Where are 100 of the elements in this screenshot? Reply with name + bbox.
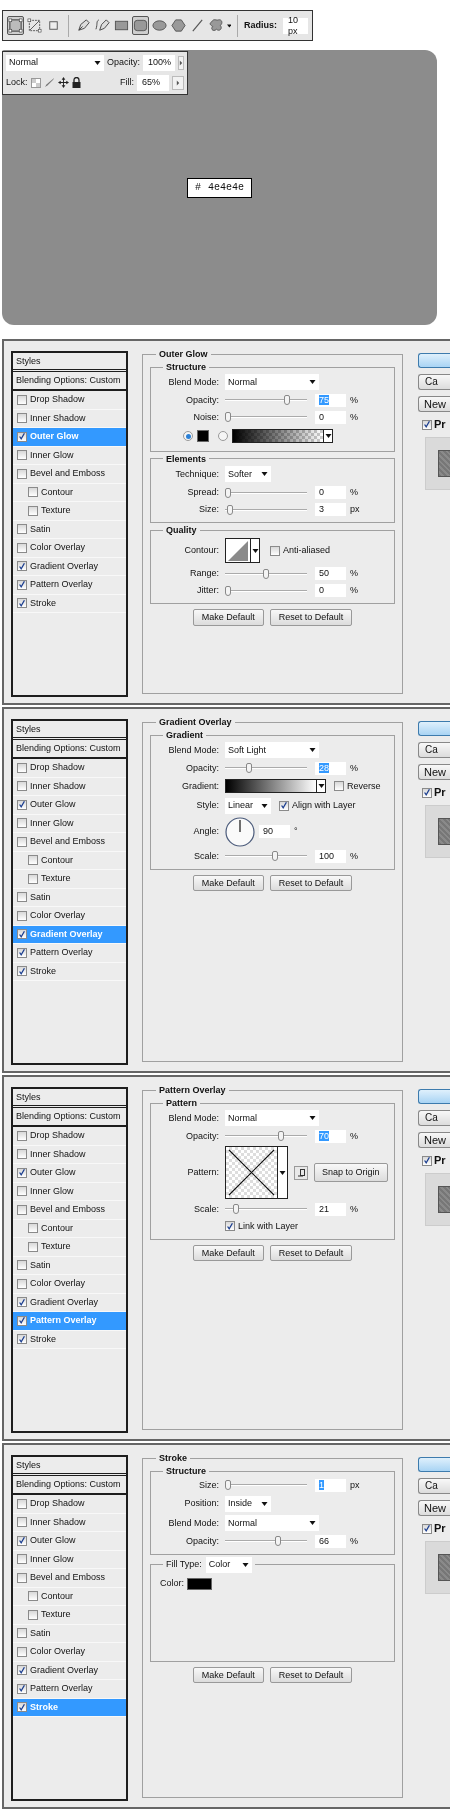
gradient-picker[interactable] xyxy=(232,429,333,444)
style-list-item[interactable]: Inner Shadow xyxy=(13,777,126,796)
checkbox[interactable] xyxy=(17,799,27,810)
slider-thumb[interactable] xyxy=(263,568,269,579)
slider-thumb[interactable] xyxy=(272,851,279,862)
checkbox[interactable] xyxy=(17,947,27,958)
checkbox[interactable] xyxy=(17,892,27,903)
dialog-button[interactable]: Reset to Default xyxy=(269,1244,353,1262)
checkbox[interactable] xyxy=(422,1155,432,1166)
checkbox[interactable] xyxy=(17,966,27,977)
default-button[interactable] xyxy=(418,353,450,368)
dialog-button[interactable]: Make Default xyxy=(192,874,264,892)
checkbox[interactable] xyxy=(17,1646,27,1657)
style-list-item[interactable]: Satin xyxy=(13,1256,126,1275)
gradient-picker[interactable] xyxy=(225,779,326,794)
checkbox[interactable] xyxy=(28,505,38,516)
style-list-item[interactable]: Outer Glow xyxy=(13,1164,126,1183)
dropdown[interactable]: Inside xyxy=(225,1495,271,1512)
style-list-item[interactable]: Texture xyxy=(13,502,126,521)
checkbox[interactable] xyxy=(17,1315,27,1326)
tool-button[interactable] xyxy=(7,16,24,35)
checkbox[interactable] xyxy=(17,598,27,609)
style-list-item[interactable]: Satin xyxy=(13,1624,126,1643)
styles-header[interactable]: Styles xyxy=(13,721,126,740)
dialog-button[interactable]: Ca xyxy=(418,1110,450,1126)
style-list-item[interactable]: Satin xyxy=(13,888,126,907)
checkbox[interactable] xyxy=(28,873,38,884)
checkbox[interactable] xyxy=(422,787,432,798)
value-field[interactable]: 90 xyxy=(259,825,290,839)
style-list-item[interactable]: Drop Shadow xyxy=(13,759,126,778)
checkbox[interactable] xyxy=(17,1683,27,1694)
style-list-item[interactable]: Gradient Overlay xyxy=(13,557,126,576)
checkbox[interactable] xyxy=(17,1297,27,1308)
style-list-item[interactable]: Drop Shadow xyxy=(13,391,126,410)
dropdown[interactable]: Soft Light xyxy=(225,742,319,759)
style-list-item[interactable]: Pattern Overlay xyxy=(13,944,126,963)
pattern-picker[interactable] xyxy=(225,1146,288,1200)
checkbox[interactable] xyxy=(17,431,27,442)
styles-header[interactable]: Styles xyxy=(13,1457,126,1476)
dialog-button[interactable]: Make Default xyxy=(192,609,264,626)
checkbox[interactable] xyxy=(17,1535,27,1546)
value-field[interactable]: 100% xyxy=(143,54,175,71)
radio-button[interactable] xyxy=(218,431,228,442)
checkbox[interactable] xyxy=(28,855,38,866)
style-list-item[interactable]: Color Overlay xyxy=(13,1275,126,1294)
checkbox[interactable] xyxy=(17,468,27,479)
style-list-item[interactable]: Gradient Overlay xyxy=(13,1661,126,1680)
value-field[interactable]: 100 xyxy=(315,849,346,863)
default-button[interactable] xyxy=(418,1089,450,1104)
checkbox[interactable] xyxy=(334,781,344,792)
style-list-item[interactable]: Bevel and Emboss xyxy=(13,1201,126,1220)
slider-thumb[interactable] xyxy=(225,585,231,596)
dialog-button[interactable]: Make Default xyxy=(192,1244,264,1262)
checkbox[interactable] xyxy=(28,1223,38,1234)
checkbox[interactable] xyxy=(17,836,27,847)
checkbox[interactable] xyxy=(17,542,27,553)
checkbox[interactable] xyxy=(17,1334,27,1345)
style-list-item[interactable]: Stroke xyxy=(13,1330,126,1349)
style-list-item[interactable]: Bevel and Emboss xyxy=(13,1569,126,1588)
checkbox[interactable] xyxy=(17,561,27,572)
checkbox[interactable] xyxy=(225,1221,235,1232)
style-list-item[interactable]: Stroke xyxy=(13,594,126,613)
style-list-item[interactable]: Drop Shadow xyxy=(13,1495,126,1514)
value-field[interactable]: 21 xyxy=(315,1202,346,1216)
checkbox[interactable] xyxy=(270,545,280,556)
style-list-item[interactable]: Inner Shadow xyxy=(13,1145,126,1164)
value-field[interactable]: 0 xyxy=(315,584,346,598)
checkbox[interactable] xyxy=(422,419,432,430)
dropdown[interactable]: Normal xyxy=(6,54,104,71)
dialog-button[interactable]: New xyxy=(418,1132,450,1148)
style-list-item[interactable]: Pattern Overlay xyxy=(13,576,126,595)
dialog-button[interactable]: Ca xyxy=(418,1478,450,1494)
slider-thumb[interactable] xyxy=(227,504,234,515)
blending-options-item[interactable]: Blending Options: Custom xyxy=(13,740,126,759)
slider-arrow-button[interactable] xyxy=(178,55,184,70)
style-list-item[interactable]: Drop Shadow xyxy=(13,1127,126,1146)
style-list-item[interactable]: Contour xyxy=(13,483,126,502)
snap-button[interactable]: Snap to Origin xyxy=(314,1163,388,1182)
dialog-button[interactable]: New xyxy=(418,1500,450,1516)
style-list-item[interactable]: Texture xyxy=(13,1238,126,1257)
slider-thumb[interactable] xyxy=(283,395,290,406)
checkbox[interactable] xyxy=(17,1278,27,1289)
checkbox[interactable] xyxy=(17,524,27,535)
checkbox[interactable] xyxy=(17,1517,27,1528)
checkbox[interactable] xyxy=(17,1702,27,1713)
dialog-button[interactable]: Reset to Default xyxy=(269,874,353,892)
style-list-item[interactable]: Inner Glow xyxy=(13,1550,126,1569)
tool-button[interactable] xyxy=(26,16,43,35)
value-field[interactable]: 0 xyxy=(315,486,346,500)
dialog-button[interactable]: Reset to Default xyxy=(269,1666,353,1684)
blending-options-item[interactable]: Blending Options: Custom xyxy=(13,1108,126,1127)
style-list-item[interactable]: Outer Glow xyxy=(13,796,126,815)
dialog-button[interactable]: New xyxy=(418,396,450,412)
slider-arrow-button[interactable] xyxy=(172,75,184,90)
checkbox[interactable] xyxy=(17,1260,27,1271)
radius-field[interactable]: 10 px xyxy=(283,17,308,34)
style-list-item[interactable]: Color Overlay xyxy=(13,539,126,558)
checkbox[interactable] xyxy=(28,1609,38,1620)
checkbox[interactable] xyxy=(17,1665,27,1676)
checkbox[interactable] xyxy=(17,579,27,590)
